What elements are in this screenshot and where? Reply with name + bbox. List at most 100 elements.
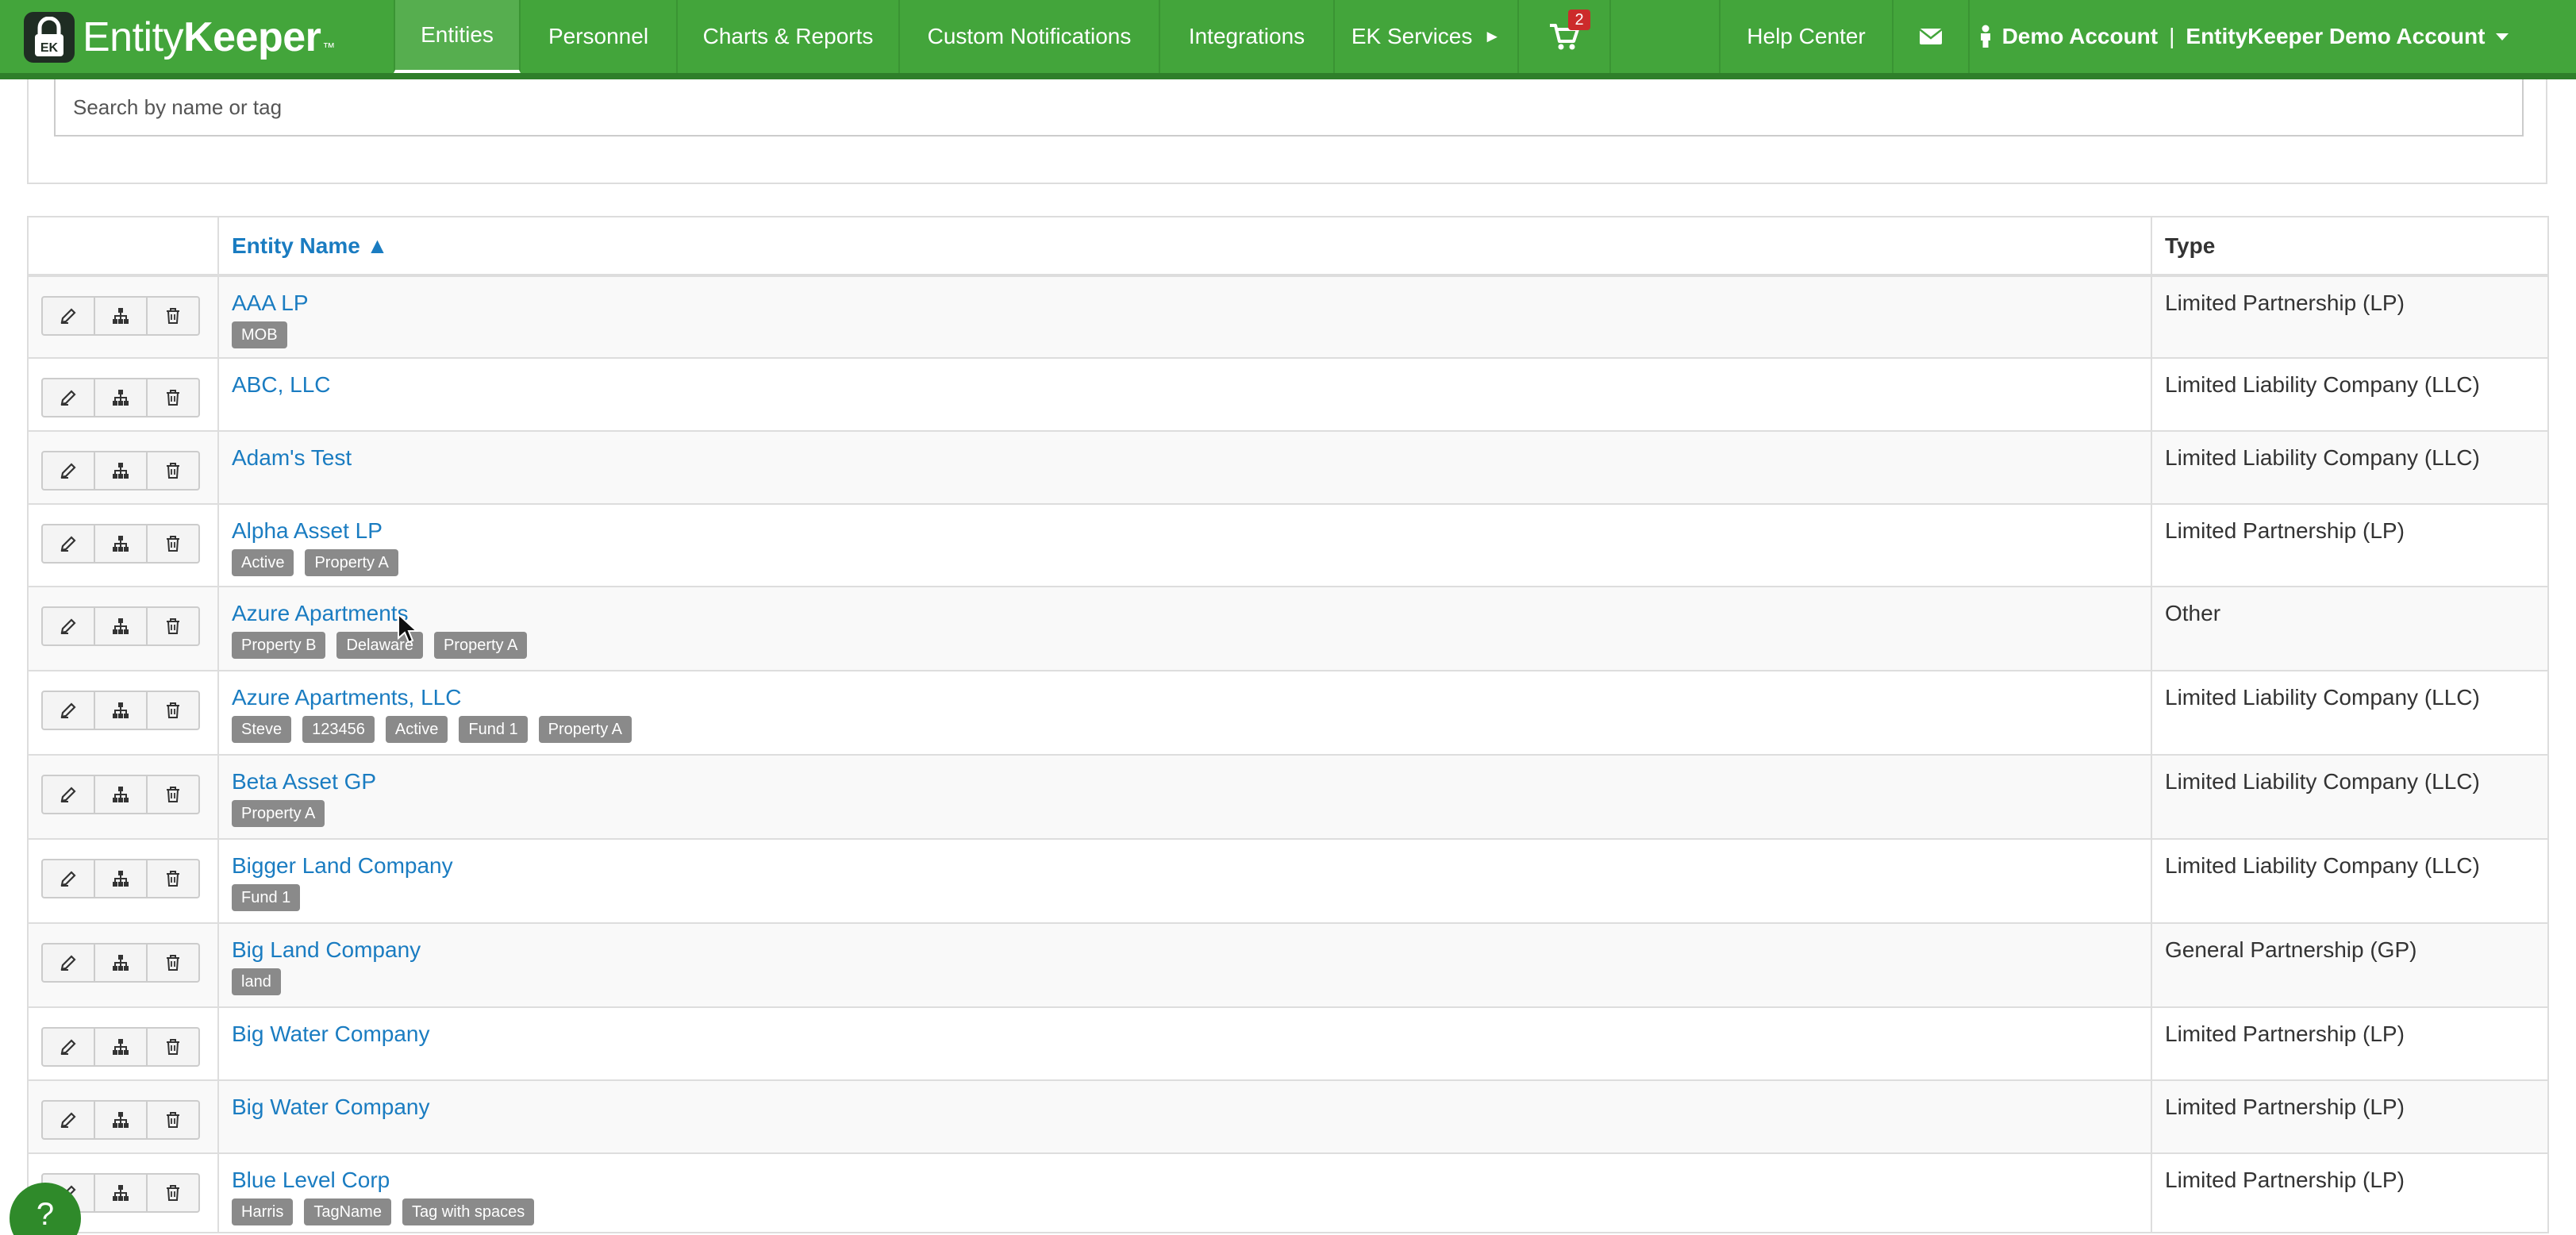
org-chart-button[interactable] <box>94 943 148 983</box>
entity-name-link[interactable]: Blue Level Corp <box>232 1167 2138 1194</box>
org-chart-button[interactable] <box>94 775 148 814</box>
edit-icon <box>59 1110 78 1129</box>
entity-name-link[interactable]: Adam's Test <box>232 444 2138 471</box>
row-action-buttons <box>41 859 205 898</box>
org-chart-button[interactable] <box>94 378 148 417</box>
edit-button[interactable] <box>41 691 95 730</box>
entity-tag[interactable]: Fund 1 <box>459 716 528 743</box>
sitemap-icon <box>111 388 130 407</box>
entity-name-link[interactable]: Azure Apartments <box>232 600 2138 627</box>
entity-tag[interactable]: Active <box>232 549 294 576</box>
edit-icon <box>59 1037 78 1056</box>
sitemap-icon <box>111 1183 130 1202</box>
org-chart-button[interactable] <box>94 1173 148 1213</box>
entity-name-link[interactable]: Bigger Land Company <box>232 852 2138 879</box>
entity-tag[interactable]: Property A <box>433 632 528 659</box>
trash-icon <box>163 534 183 553</box>
edit-button[interactable] <box>41 296 95 336</box>
row-action-buttons <box>41 606 205 646</box>
delete-button[interactable] <box>146 296 200 336</box>
org-chart-button[interactable] <box>94 451 148 491</box>
entity-tag[interactable]: Property B <box>232 632 326 659</box>
delete-button[interactable] <box>146 859 200 898</box>
edit-button[interactable] <box>41 775 95 814</box>
entity-tag[interactable]: Steve <box>232 716 292 743</box>
delete-button[interactable] <box>146 775 200 814</box>
entity-name-link[interactable]: Azure Apartments, LLC <box>232 684 2138 711</box>
edit-button[interactable] <box>41 524 95 564</box>
entity-name-link[interactable]: ABC, LLC <box>232 371 2138 398</box>
entity-tag[interactable]: land <box>232 968 281 995</box>
trash-icon <box>163 1037 183 1056</box>
org-chart-button[interactable] <box>94 1027 148 1067</box>
org-chart-button[interactable] <box>94 524 148 564</box>
entity-name-link[interactable]: Big Water Company <box>232 1021 2138 1048</box>
nav-charts-reports[interactable]: Charts & Reports <box>678 0 900 73</box>
nav-messages[interactable] <box>1894 0 1970 73</box>
entity-tag[interactable]: Active <box>385 716 448 743</box>
entity-tag[interactable]: Harris <box>232 1198 294 1225</box>
nav-personnel[interactable]: Personnel <box>521 0 678 73</box>
nav-integrations[interactable]: Integrations <box>1160 0 1335 73</box>
entity-type: Limited Partnership (LP) <box>2165 518 2405 543</box>
delete-button[interactable] <box>146 524 200 564</box>
edit-button[interactable] <box>41 1100 95 1140</box>
edit-button[interactable] <box>41 1027 95 1067</box>
entity-tag[interactable]: 123456 <box>302 716 375 743</box>
search-input[interactable] <box>54 79 2524 137</box>
brand-logo[interactable]: EK EntityKeeper ™ <box>24 11 335 63</box>
delete-button[interactable] <box>146 691 200 730</box>
nav-cart[interactable] <box>1519 0 1611 73</box>
entity-tag[interactable]: Fund 1 <box>232 884 301 911</box>
nav-custom-notifications[interactable]: Custom Notifications <box>900 0 1160 73</box>
delete-button[interactable] <box>146 1173 200 1213</box>
entity-tag[interactable]: Property A <box>232 800 325 827</box>
entity-name-link[interactable]: Big Land Company <box>232 937 2138 964</box>
delete-button[interactable] <box>146 378 200 417</box>
org-chart-button[interactable] <box>94 606 148 646</box>
org-chart-button[interactable] <box>94 859 148 898</box>
nav-help-center[interactable]: Help Center <box>1719 0 1894 73</box>
org-chart-button[interactable] <box>94 296 148 336</box>
org-chart-button[interactable] <box>94 1100 148 1140</box>
edit-button[interactable] <box>41 943 95 983</box>
entity-type-cell: Limited Partnership (LP) <box>2151 1152 2549 1233</box>
brand-name-part1: Entity <box>83 14 184 60</box>
sitemap-icon <box>111 953 130 972</box>
row-action-buttons <box>41 524 205 564</box>
entity-name-cell: Big Water Company <box>217 1006 2152 1081</box>
entity-tag[interactable]: TagName <box>304 1198 391 1225</box>
nav-account-menu[interactable]: Demo Account | EntityKeeper Demo Account <box>1970 0 2517 73</box>
entity-name-link[interactable]: Alpha Asset LP <box>232 517 2138 544</box>
delete-button[interactable] <box>146 943 200 983</box>
nav-ek-services[interactable]: EK Services ► <box>1335 0 1519 73</box>
entity-name-link[interactable]: AAA LP <box>232 290 2138 317</box>
table-row: Big Land Company land General Partnershi… <box>27 922 2549 1008</box>
delete-button[interactable] <box>146 1027 200 1067</box>
delete-button[interactable] <box>146 606 200 646</box>
entity-tag[interactable]: Property A <box>305 549 398 576</box>
trash-icon <box>163 617 183 636</box>
entity-name-link[interactable]: Beta Asset GP <box>232 768 2138 795</box>
entity-name-column-header[interactable]: Entity Name ▲ <box>217 216 2152 277</box>
entity-name-link[interactable]: Big Water Company <box>232 1094 2138 1121</box>
entity-tags: Harris TagName Tag with spaces <box>232 1198 2138 1225</box>
edit-button[interactable] <box>41 859 95 898</box>
trash-icon <box>163 1183 183 1202</box>
entity-tag[interactable]: Property A <box>538 716 632 743</box>
org-chart-button[interactable] <box>94 691 148 730</box>
edit-button[interactable] <box>41 378 95 417</box>
entity-name-cell: Azure Apartments, LLC Steve 123456 Active F… <box>217 670 2152 756</box>
delete-button[interactable] <box>146 451 200 491</box>
row-action-buttons <box>41 1027 205 1067</box>
entity-tags: Active Property A <box>232 549 2138 576</box>
edit-button[interactable] <box>41 451 95 491</box>
nav-entities[interactable]: Entities <box>394 0 521 73</box>
type-column-header[interactable]: Type <box>2151 216 2549 277</box>
entity-tag[interactable]: MOB <box>232 321 287 348</box>
delete-button[interactable] <box>146 1100 200 1140</box>
cart-count-badge: 2 <box>1568 10 1590 30</box>
entity-type: General Partnership (GP) <box>2165 937 2417 962</box>
edit-button[interactable] <box>41 606 95 646</box>
entity-tag[interactable]: Tag with spaces <box>402 1198 535 1225</box>
